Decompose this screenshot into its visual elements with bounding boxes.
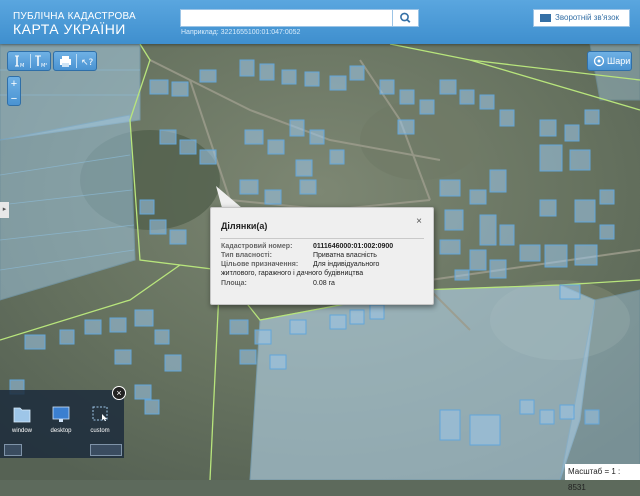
ownership-type-value: Приватна власність [313, 252, 377, 259]
ownership-type-row: Тип власності: Приватна власність [211, 252, 433, 261]
cadastral-number-row: Кадастровий номер: 0111646000:01:002:090… [211, 243, 433, 252]
row-label: Тип власності: [221, 252, 272, 259]
popup-close-button[interactable]: × [414, 216, 424, 228]
search-button[interactable] [392, 9, 419, 27]
search-input[interactable] [180, 9, 394, 27]
svg-text:M: M [20, 63, 24, 69]
feedback-label: Зворотній зв'язок [555, 13, 620, 22]
dock-item-desktop[interactable]: desktop [43, 400, 79, 434]
purpose-value: Для індивідуального житлового, гаражного… [221, 261, 380, 277]
zoom-in-button[interactable]: + [8, 77, 20, 91]
search-icon [400, 12, 411, 23]
popup-divider [220, 238, 424, 239]
dock-bottom-left-control[interactable] [4, 444, 22, 456]
sidebar-toggle[interactable]: ▸ [0, 202, 9, 218]
dock-label: window [11, 428, 32, 434]
dock-item-window[interactable]: window [4, 400, 40, 434]
ruler-icon[interactable]: M M² [8, 52, 52, 70]
folder-icon [13, 407, 31, 423]
dock-bottom-right-control[interactable] [90, 444, 122, 456]
printer-icon[interactable]: ↖? [54, 52, 98, 70]
purpose-row: Цільове призначення: Для індивідуального… [211, 261, 433, 279]
dock-close-button[interactable]: × [112, 386, 126, 400]
zoom-out-button[interactable]: − [8, 92, 20, 106]
dock-item-custom[interactable]: custom [82, 400, 118, 434]
capture-dock: window desktop custom [0, 390, 124, 458]
layers-icon [593, 55, 605, 67]
envelope-icon [540, 14, 551, 22]
area-row: Площа: 0.08 га [211, 280, 433, 289]
print-help-toolbar: ↖? [53, 51, 97, 71]
popup-title: Ділянки(а) [221, 221, 268, 231]
row-label: Площа: [221, 280, 247, 287]
zoom-control: + − [7, 76, 21, 106]
layers-button[interactable]: Шари [587, 51, 632, 71]
dock-label: custom [90, 428, 110, 434]
app-header: ПУБЛІЧНА КАДАСТРОВА КАРТА УКРАЇНИ Наприк… [0, 0, 640, 44]
search-hint: Наприклад: 3221655100:01:047:0052 [181, 29, 301, 36]
dock-label: desktop [50, 428, 72, 434]
map-scale: Масштаб = 1 : 8531 [565, 464, 640, 492]
region-select-icon [92, 406, 108, 421]
cadastral-number-value[interactable]: 0111646000:01:002:0900 [313, 243, 425, 251]
svg-text:↖?: ↖? [81, 58, 94, 68]
row-label: Кадастровий номер: [221, 243, 293, 250]
monitor-icon [52, 406, 70, 422]
app-title-line2: КАРТА УКРАЇНИ [13, 21, 126, 37]
svg-text:M²: M² [41, 63, 47, 69]
layers-label: Шари [607, 56, 631, 66]
measure-toolbar: M M² [7, 51, 51, 71]
feedback-button[interactable]: Зворотній зв'язок [533, 9, 630, 27]
parcel-large[interactable] [249, 284, 596, 480]
area-value: 0.08 га [313, 280, 335, 287]
parcel-info-popup: Ділянки(а) × Кадастровий номер: 01116460… [210, 207, 434, 305]
